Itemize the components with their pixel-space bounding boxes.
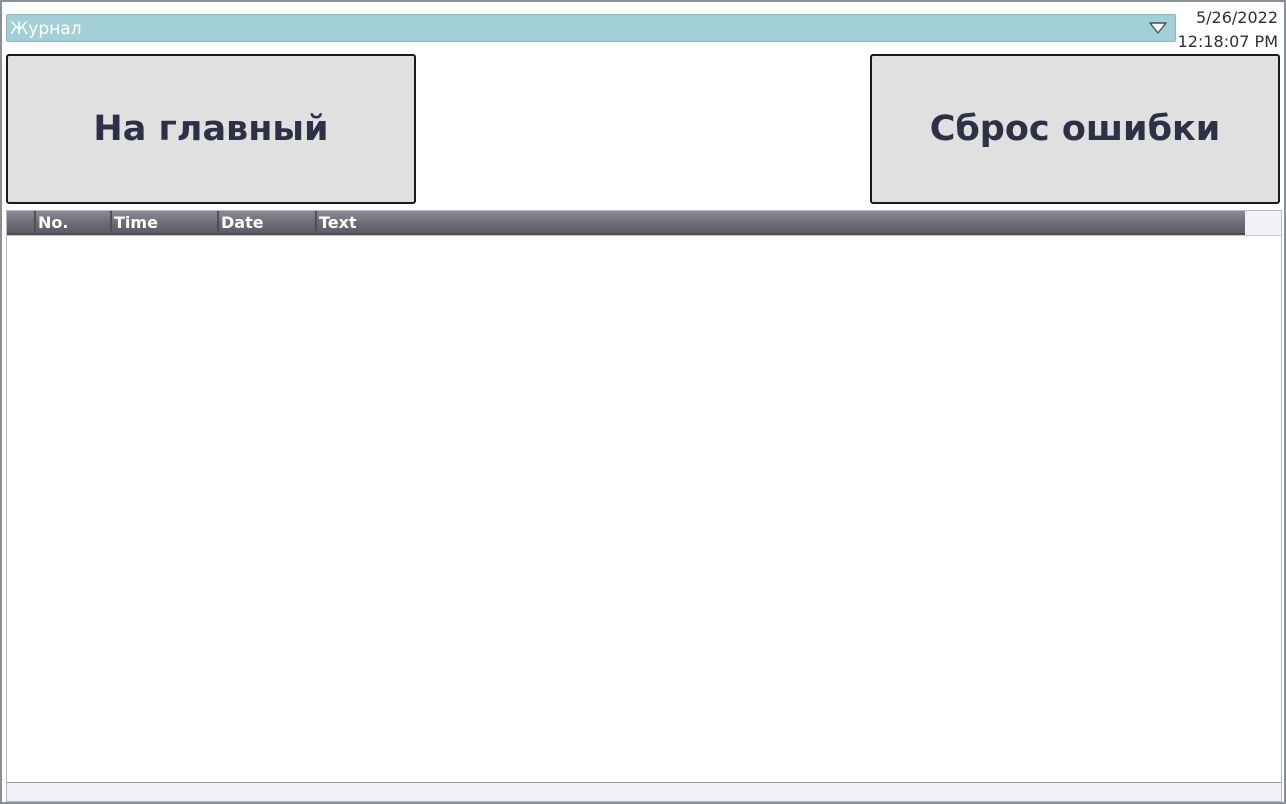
hmi-screen: Журнал 5/26/2022 12:18:07 PM На главный … bbox=[0, 0, 1286, 804]
date-time-display: 5/26/2022 12:18:07 PM bbox=[1178, 6, 1278, 54]
column-header-no[interactable]: No. bbox=[34, 211, 110, 233]
column-header-date[interactable]: Date bbox=[217, 211, 315, 233]
alarm-table-body[interactable] bbox=[7, 235, 1281, 783]
reset-error-button[interactable]: Сброс ошибки bbox=[870, 54, 1280, 204]
date-display: 5/26/2022 bbox=[1195, 8, 1278, 27]
alarm-view: No. Time Date Text bbox=[6, 210, 1282, 802]
screen-selector-dropdown[interactable]: Журнал bbox=[6, 14, 1176, 42]
column-header-time[interactable]: Time bbox=[110, 211, 217, 233]
column-header-text[interactable]: Text bbox=[315, 211, 1245, 233]
column-header-select[interactable] bbox=[7, 211, 34, 233]
alarm-table-header: No. Time Date Text bbox=[7, 211, 1245, 235]
screen-selector-value: Журнал bbox=[10, 19, 82, 39]
home-button[interactable]: На главный bbox=[6, 54, 416, 204]
time-display: 12:18:07 PM bbox=[1177, 32, 1278, 51]
chevron-down-icon bbox=[1149, 22, 1167, 34]
